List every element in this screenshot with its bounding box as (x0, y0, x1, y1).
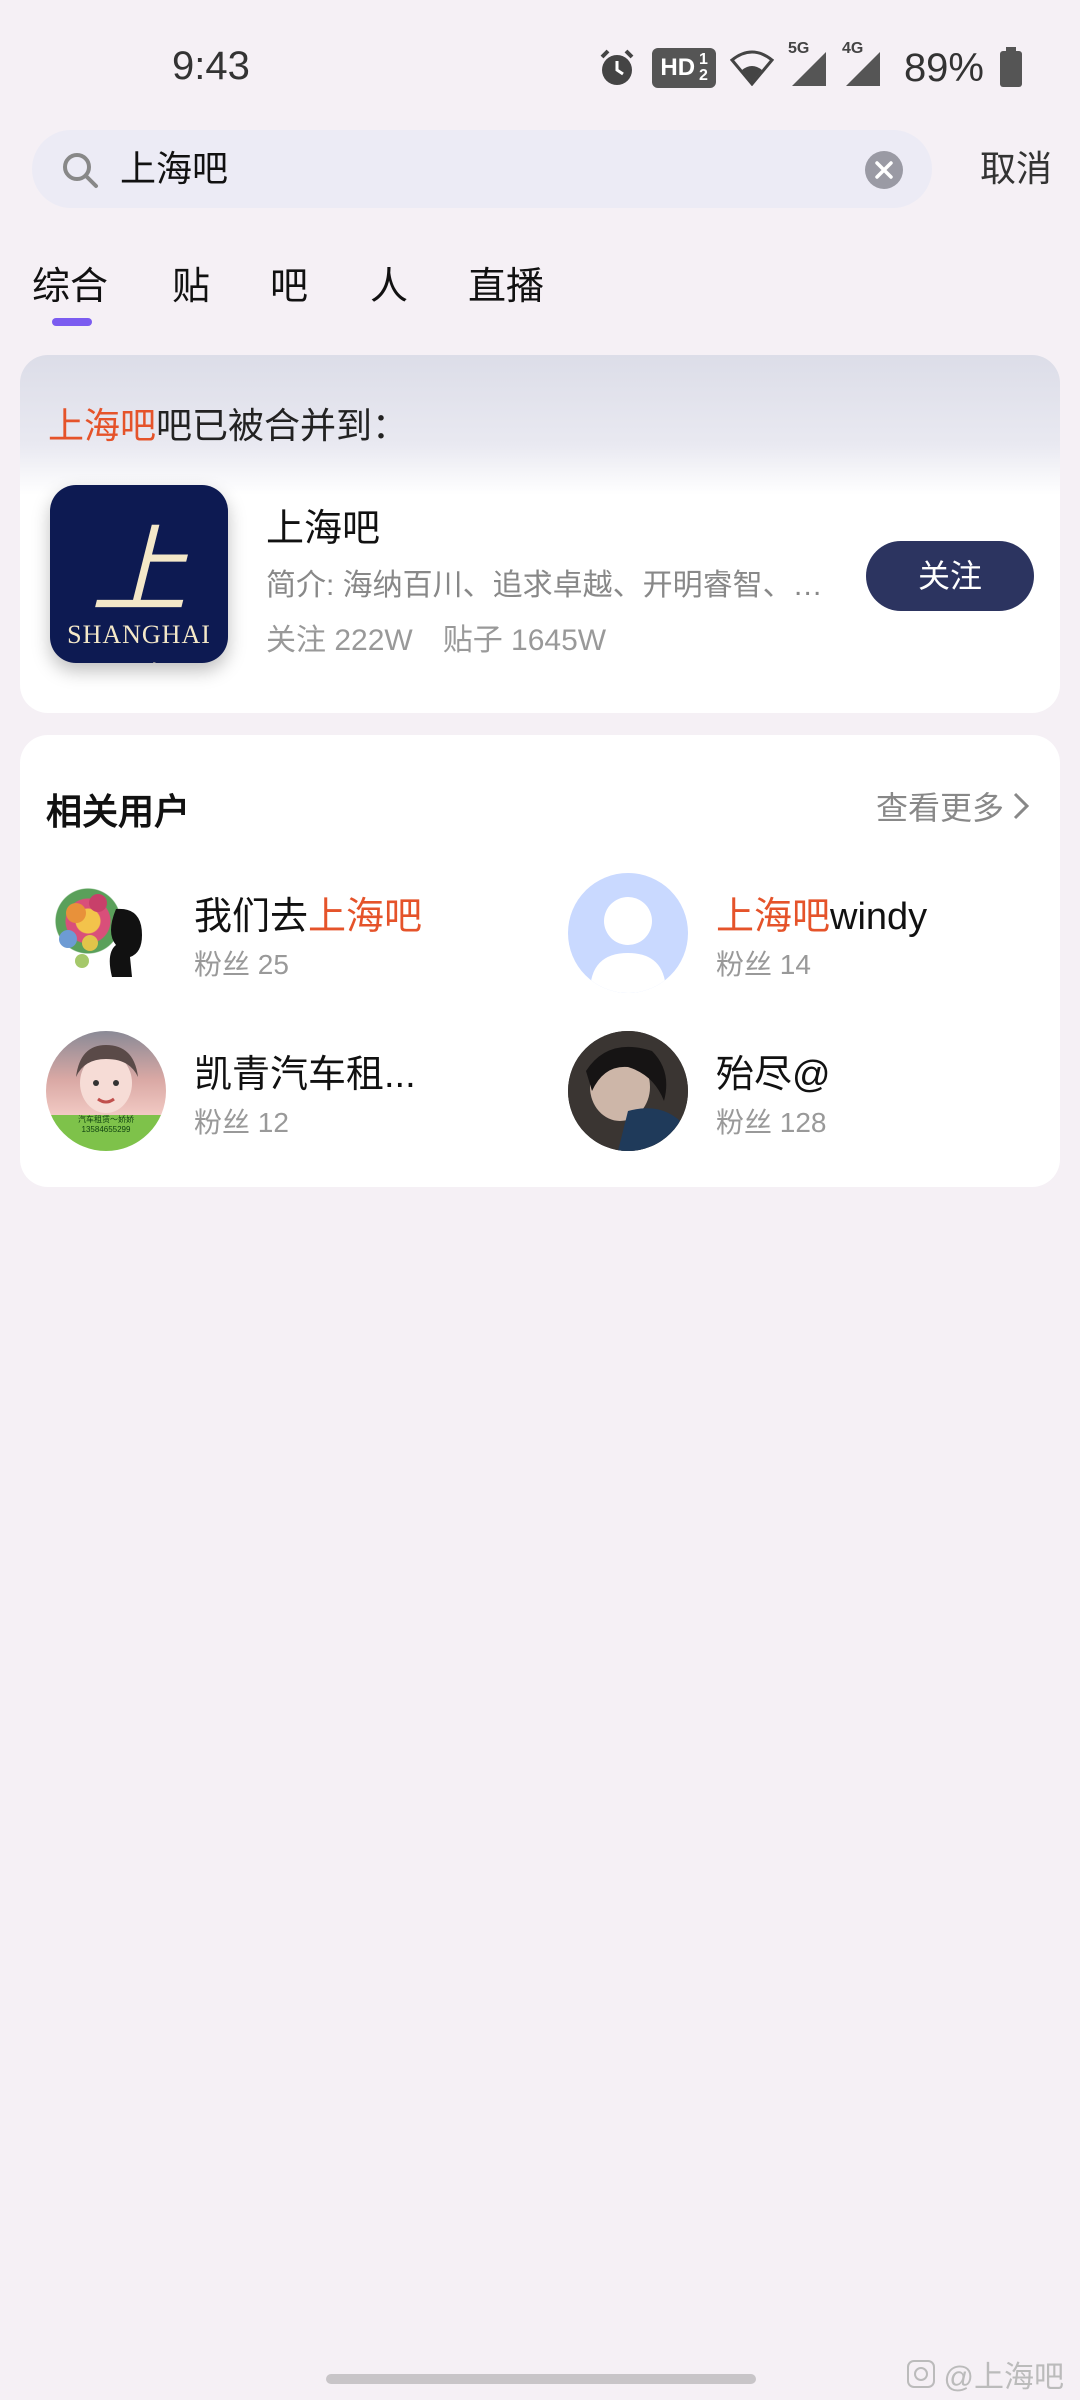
status-time: 9:43 (172, 44, 250, 88)
related-users-title: 相关用户 (46, 791, 191, 832)
user-item[interactable]: 汽车租赁～娇娇 13584655299 凯青汽车租... 粉丝 12 (46, 1031, 546, 1161)
user-fans: 粉丝 128 (716, 1107, 827, 1138)
user-name-suffix: windy (830, 896, 928, 938)
user-item[interactable]: 我们去上海吧 粉丝 25 (46, 873, 546, 1003)
bar-logo[interactable]: 上海 SHANGHAI (50, 485, 228, 663)
user-name-text: 殆尽@ (716, 1054, 831, 1096)
merge-notice-text: 吧已被合并到： (156, 405, 409, 446)
tab-posts[interactable]: 贴 (172, 255, 210, 310)
battery-percent: 89% (903, 45, 984, 90)
see-more-link[interactable]: 查看更多 (876, 783, 1030, 829)
alarm-icon (600, 49, 634, 85)
see-more-label: 查看更多 (875, 790, 1004, 826)
avatar: 汽车租赁～娇娇 13584655299 (46, 1031, 166, 1151)
home-indicator[interactable] (326, 2374, 756, 2384)
cancel-button[interactable]: 取消 (980, 130, 1052, 208)
avatar (46, 873, 166, 993)
bar-posts: 贴子 1645W (442, 624, 607, 657)
related-users-card: 相关用户 查看更多 我们去上海吧 粉丝 25 上海吧windy 粉丝 14 汽车… (20, 735, 1060, 1187)
watermark-icon (906, 2360, 935, 2388)
search-input[interactable]: 上海吧 (120, 130, 820, 208)
search-box[interactable]: 上海吧 (32, 130, 932, 208)
user-name: 我们去上海吧 (194, 885, 422, 940)
user-item[interactable]: 上海吧windy 粉丝 14 (568, 873, 1068, 1003)
bar-stats: 关注 222W 贴子 1645W (266, 615, 636, 659)
search-row: 上海吧 取消 (32, 130, 1052, 208)
search-icon (63, 153, 98, 188)
bar-name[interactable]: 上海吧 (266, 497, 380, 552)
user-item[interactable]: 殆尽@ 粉丝 128 (568, 1031, 1068, 1161)
status-icons: HD 1 2 5G 4G 89% (596, 40, 1024, 92)
avatar-caption: 汽车租赁～娇娇 13584655299 (78, 1115, 134, 1134)
follow-button[interactable]: 关注 (866, 541, 1034, 611)
tab-comprehensive[interactable]: 综合 (32, 255, 108, 310)
search-tabs: 综合 贴 吧 人 直播 (0, 255, 1080, 325)
net2-label: 4G (841, 40, 864, 57)
tab-people[interactable]: 人 (370, 255, 408, 310)
user-name: 凯青汽车租... (194, 1043, 416, 1098)
user-fans: 粉丝 12 (194, 1107, 289, 1138)
logo-text: SHANGHAI (67, 620, 211, 649)
wifi-icon (729, 50, 774, 86)
signal-4g-icon: 4G (842, 40, 882, 88)
user-fans: 粉丝 25 (194, 949, 289, 980)
tab-indicator (52, 318, 92, 326)
merge-card: 上海吧吧已被合并到： 上海 SHANGHAI 上海吧 简介: 海纳百川、追求卓越… (20, 355, 1060, 713)
user-fans: 粉丝 14 (716, 949, 811, 980)
avatar (568, 873, 688, 993)
user-name: 上海吧windy (716, 885, 927, 940)
net1-label: 5G (787, 40, 810, 57)
tab-live[interactable]: 直播 (468, 255, 544, 310)
hd-label: HD (660, 54, 696, 81)
clear-icon[interactable] (864, 150, 904, 190)
hd-icon: HD 1 2 (652, 48, 716, 88)
user-name-text: 我们去 (194, 896, 309, 938)
merge-notice: 上海吧吧已被合并到： (48, 397, 408, 449)
watermark-text: @上海吧 (943, 2361, 1064, 2394)
battery-icon (1000, 47, 1022, 87)
signal-5g-icon: 5G (788, 40, 828, 88)
user-name-text: 凯青汽车租... (194, 1054, 416, 1096)
status-bar: 9:43 HD 1 2 5G 4G 89% (0, 0, 1080, 120)
user-name: 殆尽@ (716, 1043, 831, 1098)
tab-bars[interactable]: 吧 (270, 255, 308, 310)
bar-followers: 关注 222W (266, 624, 413, 657)
user-name-highlight: 上海吧 (716, 896, 831, 938)
chevron-right-icon (1013, 792, 1030, 820)
watermark: @上海吧 (906, 2352, 1064, 2396)
bar-intro: 简介: 海纳百川、追求卓越、开明睿智、大气谦和 (266, 569, 826, 602)
user-name-highlight: 上海吧 (308, 896, 423, 938)
avatar (568, 1031, 688, 1151)
merge-notice-highlight: 上海吧 (48, 405, 157, 446)
